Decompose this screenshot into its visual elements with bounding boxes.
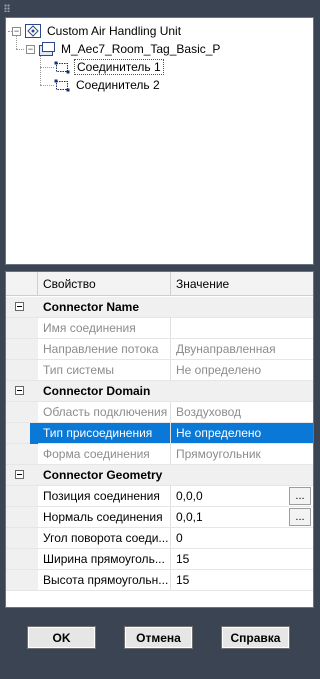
property-value [171,318,313,338]
row-gutter [6,381,38,401]
tree-node-connector-2-label: Соединитель 2 [76,78,160,92]
property-value: 0,0,0 [176,489,203,503]
property-value: Двунаправленная [176,342,276,356]
row-gutter [6,486,38,506]
row-gutter [6,360,38,380]
row-gutter [6,528,38,548]
edit-position-button[interactable]: ... [289,487,311,505]
collapse-toggle-icon[interactable]: − [26,44,35,54]
property-row-rotation-angle[interactable]: Угол поворота соеди... 0 [6,528,313,549]
property-name: Тип присоединения [38,423,171,443]
property-row-connection-type[interactable]: Тип присоединения Не определено [6,423,313,444]
row-gutter [6,339,38,359]
property-value-dropdown[interactable]: Не определено [171,423,313,443]
property-row-domain[interactable]: Область подключения Воздуховод [6,402,313,423]
property-name: Позиция соединения [38,486,171,506]
category-connector-geometry[interactable]: Connector Geometry [6,465,313,486]
row-gutter [6,444,38,464]
row-gutter [6,318,38,338]
property-row-flow-direction[interactable]: Направление потока Двунаправленная [6,339,313,360]
grid-header-gutter [6,272,38,295]
property-name: Ширина прямоуголь... [38,549,171,569]
property-value-field[interactable]: 15 [171,570,313,590]
row-gutter [6,297,38,317]
category-label: Connector Domain [38,381,313,401]
collapse-category-icon[interactable] [15,470,24,479]
property-row-connection-shape[interactable]: Форма соединения Прямоугольник [6,444,313,465]
property-value: Не определено [176,363,262,377]
edit-normal-button[interactable]: ... [289,508,311,526]
property-value: 0,0,1 [176,510,203,524]
category-label: Connector Geometry [38,465,313,485]
property-value: Воздуховод [176,405,241,419]
property-value-field[interactable]: 0,0,0 ... [171,486,313,506]
property-name: Тип системы [38,360,171,380]
tree-node-component-label: M_Aec7_Room_Tag_Basic_P [61,42,221,56]
collapse-category-icon[interactable] [15,302,24,311]
property-column-header[interactable]: Свойство [38,272,171,295]
property-value-field[interactable]: 0 [171,528,313,548]
tree-node-connector-1-label: Соединитель 1 [74,59,164,75]
tree-node-connector-2[interactable]: Соединитель 2 [54,76,162,94]
cancel-button[interactable]: Отмена [124,626,193,649]
property-row-connection-normal[interactable]: Нормаль соединения 0,0,1 ... [6,507,313,528]
tree-node-connector-1[interactable]: Соединитель 1 [54,58,164,76]
collapse-category-icon[interactable] [15,386,24,395]
collapse-toggle-icon[interactable]: − [12,26,21,36]
connector-icon [54,60,70,74]
property-value-field[interactable]: 15 [171,549,313,569]
selection-marker [30,423,38,444]
category-connector-name[interactable]: Connector Name [6,297,313,318]
property-row-rect-width[interactable]: Ширина прямоуголь... 15 [6,549,313,570]
row-gutter [6,402,38,422]
property-row-connection-name[interactable]: Имя соединения [6,318,313,339]
property-name: Область подключения [38,402,171,422]
property-name: Нормаль соединения [38,507,171,527]
property-name: Форма соединения [38,444,171,464]
property-value: Прямоугольник [176,447,261,461]
component-icon [39,42,55,56]
tree-node-root[interactable]: − Custom Air Handling Unit [12,22,183,40]
row-gutter [6,549,38,569]
property-name: Высота прямоугольн... [38,570,171,590]
tree-node-root-label: Custom Air Handling Unit [47,24,182,38]
property-name: Имя соединения [38,318,171,338]
family-icon [25,24,41,38]
row-gutter [6,507,38,527]
panel-grip[interactable] [4,4,10,12]
property-value-field[interactable]: 0,0,1 ... [171,507,313,527]
category-label: Connector Name [38,297,313,317]
property-name: Угол поворота соеди... [38,528,171,548]
row-gutter [6,570,38,590]
grid-header: Свойство Значение [6,272,313,296]
property-row-connection-position[interactable]: Позиция соединения 0,0,0 ... [6,486,313,507]
tree-node-component[interactable]: − M_Aec7_Room_Tag_Basic_P [26,40,222,58]
property-row-system-type[interactable]: Тип системы Не определено [6,360,313,381]
row-gutter [6,465,38,485]
family-tree-view[interactable]: − Custom Air Handling Unit − M_Aec7_Room… [5,17,314,265]
property-row-rect-height[interactable]: Высота прямоугольн... 15 [6,570,313,591]
ok-button[interactable]: OK [27,626,96,649]
value-column-header[interactable]: Значение [171,272,313,295]
property-name: Направление потока [38,339,171,359]
connector-icon [54,78,70,92]
property-grid[interactable]: Свойство Значение Connector Name Имя сое… [5,271,314,608]
category-connector-domain[interactable]: Connector Domain [6,381,313,402]
help-button[interactable]: Справка [221,626,290,649]
